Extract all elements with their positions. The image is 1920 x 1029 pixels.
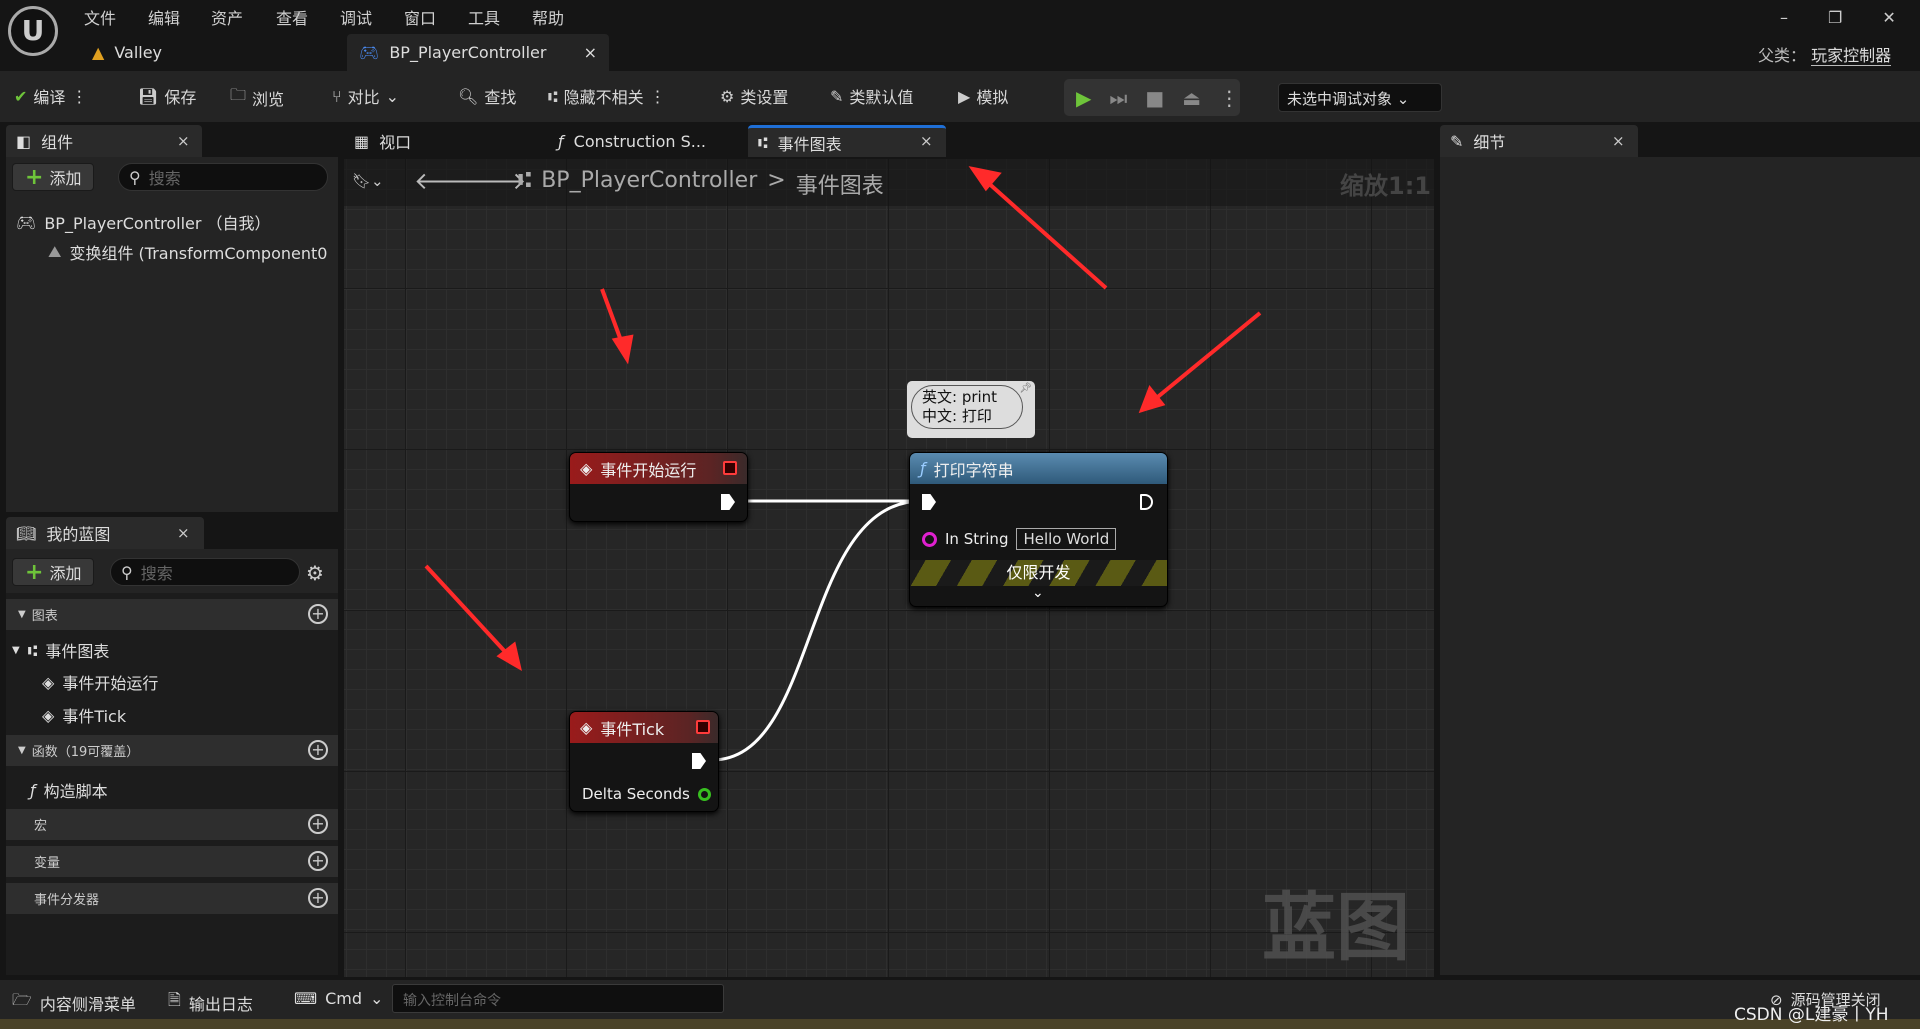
annotation-arrowhead (1138, 385, 1166, 414)
float-pin[interactable] (697, 787, 711, 801)
development-only-banner: 仅限开发 (910, 560, 1167, 586)
node-tick[interactable]: ◈ 事件Tick Delta Seconds (569, 711, 719, 812)
terminal-icon: ⌨ (294, 989, 318, 1008)
details-panel (1440, 157, 1920, 975)
node-print-string[interactable]: ƒ 打印字符串 In String Hello World 仅限开发 ⌄ (909, 452, 1168, 607)
function-icon: ƒ (920, 459, 926, 478)
delegate-pin[interactable] (723, 461, 737, 475)
annotation-arrow (1152, 311, 1262, 402)
status-bar (0, 980, 1920, 1019)
delta-seconds-label: Delta Seconds (582, 785, 690, 803)
exec-out-pin[interactable] (692, 753, 706, 769)
expand-chevron-icon[interactable]: ⌄ (1032, 585, 1044, 601)
close-icon[interactable]: × (1612, 132, 1625, 150)
annotation-arrowhead (611, 334, 634, 365)
node-begin-play[interactable]: ◈ 事件开始运行 (569, 452, 748, 522)
annotation-arrow (424, 564, 512, 659)
event-diamond-icon: ◈ (580, 718, 593, 737)
output-log-button[interactable]: 🗎 输出日志 (168, 989, 253, 1016)
annotation-arrowhead (968, 166, 1002, 192)
pencil-icon: ✎ (1450, 131, 1464, 151)
event-diamond-icon: ◈ (580, 459, 593, 478)
content-drawer-button[interactable]: 🗁 内容侧滑菜单 (12, 989, 136, 1016)
csdn-watermark: CSDN @L建豪丨YH (1734, 1005, 1889, 1025)
tab-details[interactable]: ✎ 细节 (1440, 125, 1638, 157)
taskbar-strip (0, 1019, 1920, 1029)
log-icon: 🗎 (168, 990, 181, 1009)
in-string-label: In String (945, 530, 1009, 548)
delegate-pin[interactable] (696, 720, 710, 734)
exec-out-pin[interactable] (1140, 494, 1153, 510)
pin-icon[interactable]: 📌︎ (1019, 383, 1032, 394)
exec-out-pin[interactable] (721, 494, 735, 510)
folder-search-icon: 🗁 (12, 990, 32, 1009)
string-pin[interactable] (922, 531, 937, 547)
console-input[interactable]: 输入控制台命令 (392, 984, 724, 1013)
cmd-dropdown[interactable]: ⌨ Cmd ⌄ (294, 989, 383, 1008)
exec-wire-tick (711, 499, 923, 762)
annotation-arrow (983, 178, 1108, 290)
comment-bubble[interactable]: 英文: print 中文: 打印 📌︎ (907, 381, 1035, 438)
in-string-input[interactable]: Hello World (1016, 528, 1117, 550)
chevron-down-icon: ⌄ (370, 989, 384, 1008)
exec-in-pin[interactable] (922, 494, 936, 510)
